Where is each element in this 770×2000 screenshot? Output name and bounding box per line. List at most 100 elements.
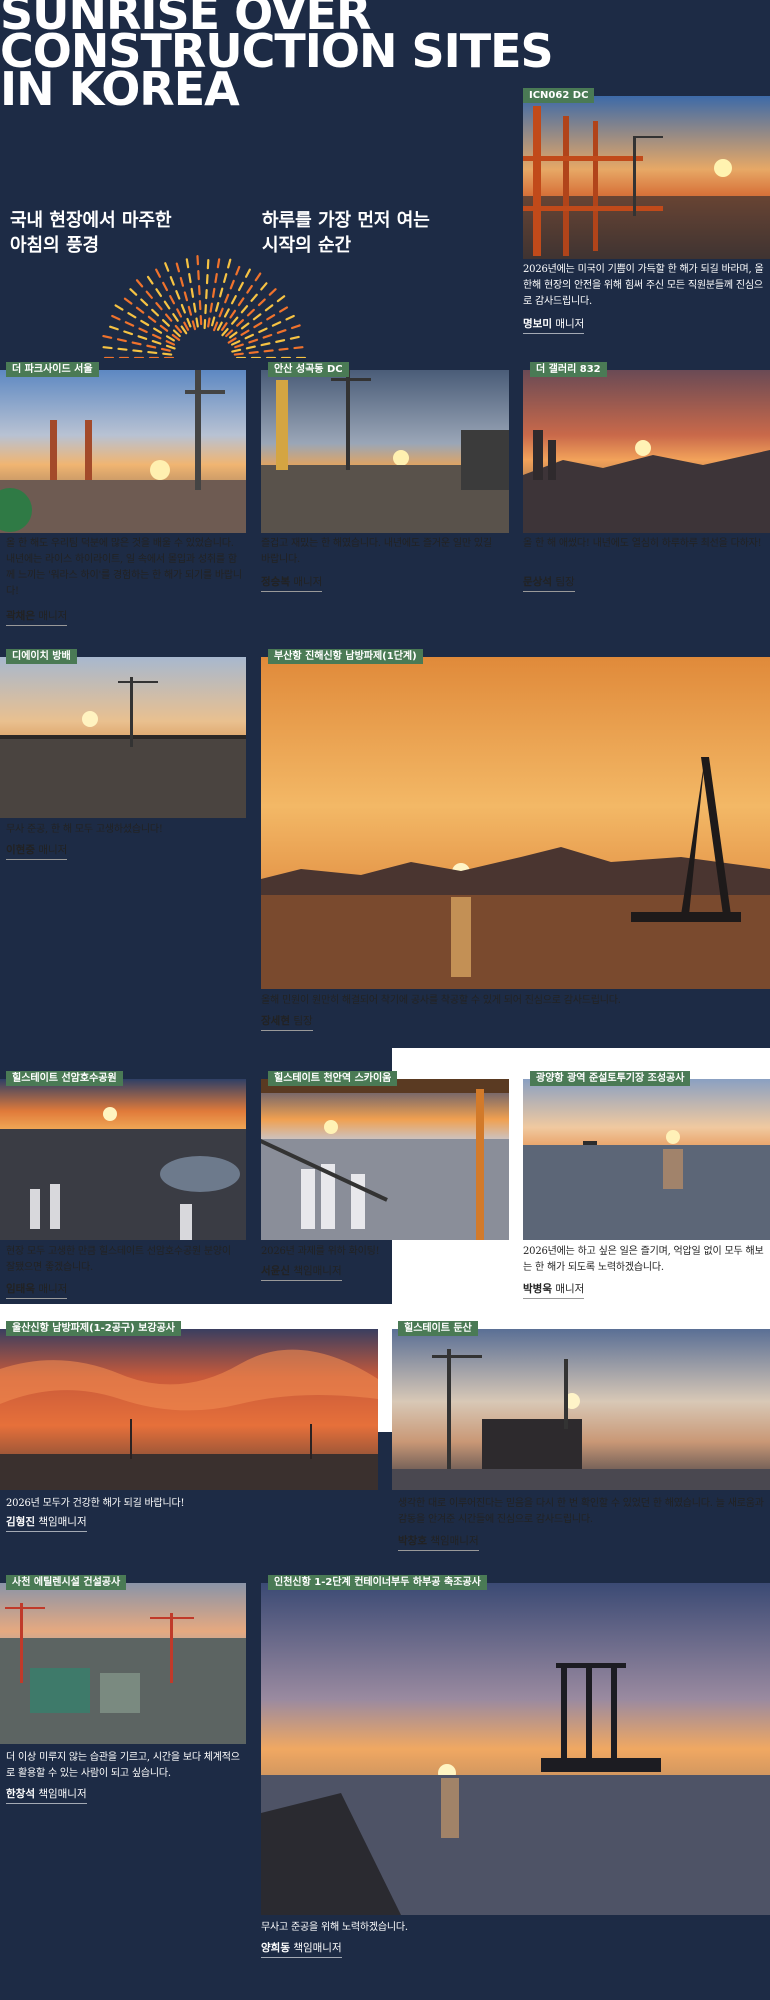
sunburst-ray (236, 319, 245, 327)
sunburst-ray (187, 305, 193, 316)
sunburst-ray (172, 313, 179, 322)
card-caption: 2026년에는 하고 싶은 일은 즐기며, 억압일 없이 모두 해보는 한 해가… (523, 1246, 764, 1273)
sunburst-ray (140, 298, 149, 307)
sunburst-ray (180, 303, 186, 314)
site-tag: ICN062 DC (523, 88, 595, 103)
author-name: 한창석 (6, 1788, 35, 1800)
sunburst-ray (114, 304, 124, 311)
card-caption: 2026년에는 미국이 기쁨이 가득할 한 해가 되길 바라며, 올 한해 현장… (523, 264, 764, 307)
sunburst-ray (240, 305, 249, 314)
sunburst-ray (293, 346, 304, 350)
site-tag: 힐스테이트 천안역 스카이움 (268, 1071, 398, 1086)
sunburst-ray (279, 306, 289, 313)
sunburst-ray (137, 335, 148, 340)
author-name: 박창호 (398, 1535, 427, 1547)
sunburst-ray (169, 295, 176, 305)
sunburst-ray (248, 338, 259, 344)
site-photo (0, 1079, 246, 1240)
sunburst-ray (162, 352, 173, 356)
sunburst-ray (276, 295, 286, 303)
sunburst-ray (233, 352, 244, 356)
sunburst-ray (257, 298, 266, 307)
author-name: 명보미 (523, 318, 552, 330)
sunburst-ray (175, 290, 181, 300)
sunburst-ray (174, 324, 183, 334)
sunburst-ray (135, 279, 144, 288)
card-caption: 생각한 대로 이루어진다는 믿음을 다시 한 번 확인할 수 있었던 한 해였습… (398, 1498, 764, 1525)
site-photo (0, 370, 246, 533)
sunburst-ray (276, 329, 287, 334)
sunburst-ray (290, 324, 301, 330)
sunburst-ray (123, 330, 134, 336)
sunburst-ray (289, 335, 300, 340)
author-role: 매니저 (38, 1283, 68, 1295)
sunburst-ray (237, 281, 244, 292)
sunburst-ray (123, 297, 133, 305)
site-tag: 인천신항 1-2단계 컨테이너부두 하부공 축조공사 (268, 1575, 487, 1590)
site-photo (261, 1583, 770, 1915)
sunburst-ray (211, 287, 216, 298)
site-photo (392, 1329, 770, 1490)
card-author: 문상석 팀장 (523, 574, 575, 592)
card-author: 한창석 책임매니저 (6, 1786, 87, 1804)
sunburst-ray (185, 258, 190, 269)
sunburst-ray (132, 349, 143, 353)
sunburst-ray (215, 301, 220, 312)
site-tag: 디에이치 방배 (6, 649, 77, 664)
sunburst-ray (164, 313, 173, 322)
author-role: 책임매니저 (430, 1535, 479, 1547)
card-caption: 올 한 해 애썼다! 내년에도 열심히 하루하루 최선을 다하자! (523, 538, 762, 549)
sunburst-ray (240, 322, 250, 330)
sunburst-ray (218, 307, 224, 318)
sunburst-ray (146, 344, 157, 349)
sunburst-ray (155, 268, 162, 278)
card-caption: 더 이상 미루지 않는 습관을 기르고, 시간을 보다 체계적으로 활용할 수 … (6, 1752, 240, 1779)
card-caption: 무사 준공, 한 해 모두 고생하셨습니다! (6, 824, 163, 835)
sunburst-ray (220, 322, 228, 331)
sunburst-ray (153, 327, 163, 334)
author-role: 책임매니저 (293, 1942, 342, 1954)
sunburst-ray (230, 340, 241, 346)
subhead-right: 하루를 가장 먼저 여는 시작의 순간 (262, 210, 430, 256)
sunburst-ray (264, 304, 274, 312)
sunburst-ray (231, 348, 242, 353)
site-tag: 안산 성곡동 DC (268, 362, 349, 377)
site-photo (523, 370, 770, 533)
author-name: 장세현 (261, 1015, 290, 1027)
author-role: 매니저 (38, 610, 68, 622)
author-name: 정승복 (261, 576, 290, 588)
sunburst-ray (124, 321, 135, 327)
author-role: 매니저 (293, 576, 323, 588)
sunburst-ray (147, 350, 158, 355)
author-role: 매니저 (38, 844, 68, 856)
author-role: 책임매니저 (38, 1788, 87, 1800)
sunburst-ray (155, 288, 163, 298)
sunburst-ray (179, 276, 185, 287)
card-caption: 무사고 준공을 위해 노력하겠습니다. (261, 1922, 408, 1933)
sunburst-ray (237, 297, 245, 307)
sunburst-ray (229, 279, 235, 290)
sunburst-ray (223, 308, 230, 318)
site-photo (523, 96, 770, 259)
sunburst-ray (183, 291, 189, 302)
site-photo (523, 1079, 770, 1240)
sunburst-ray (207, 317, 211, 328)
sunburst-ray (117, 347, 128, 351)
sunburst-ray (246, 308, 255, 317)
sunburst-ray (165, 340, 176, 346)
sunburst-ray (190, 287, 195, 298)
sunburst-ray (268, 288, 277, 296)
author-role: 매니저 (555, 318, 585, 330)
sunburst-ray (159, 324, 169, 332)
site-tag: 더 갤러리 832 (530, 362, 607, 377)
sunburst-ray (266, 314, 276, 321)
sunburst-ray (216, 321, 223, 331)
sunburst-ray (135, 306, 145, 314)
sunburst-ray (254, 272, 262, 282)
site-tag: 힐스테이트 둔산 (398, 1321, 478, 1336)
sunburst-ray (235, 265, 241, 276)
author-name: 임태욱 (6, 1283, 35, 1295)
site-tag: 사천 에틸렌시설 건설공사 (6, 1575, 127, 1590)
sunburst-ray (219, 287, 224, 298)
sunburst-ray (169, 276, 175, 286)
